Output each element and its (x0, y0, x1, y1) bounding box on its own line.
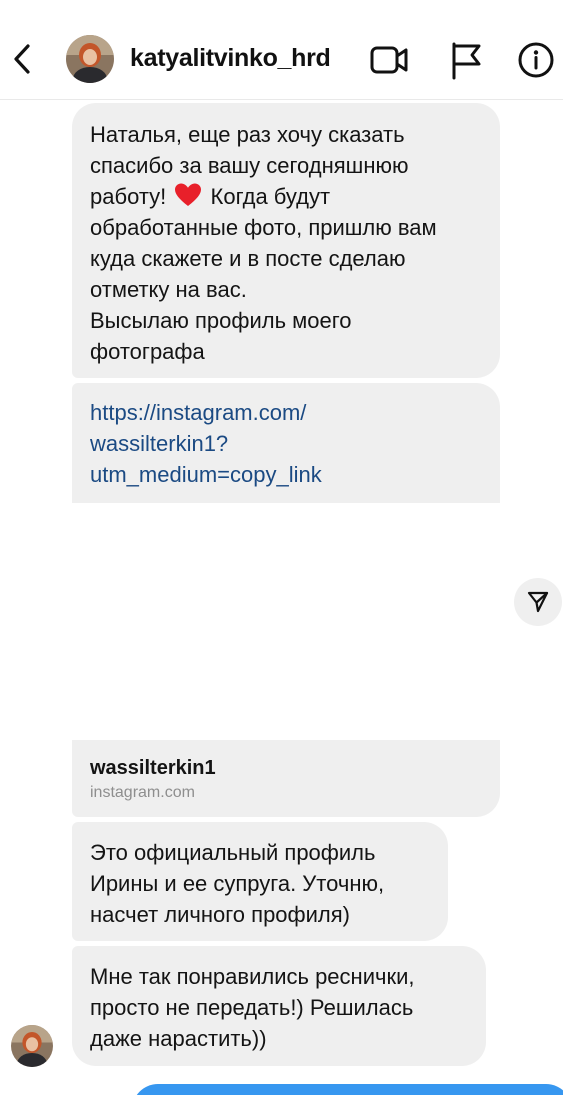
info-button[interactable] (516, 38, 560, 82)
link-preview[interactable]: wassilterkin1 instagram.com (72, 740, 500, 817)
outgoing-message-bubble[interactable] (132, 1084, 563, 1095)
chevron-left-icon (14, 44, 30, 74)
link-preview-domain: instagram.com (90, 784, 195, 801)
share-button[interactable] (514, 578, 562, 626)
avatar[interactable] (66, 35, 114, 83)
message-text: Это официальный профиль Ирины и ее супру… (90, 840, 385, 927)
message-bubble[interactable]: Это официальный профиль Ирины и ее супру… (72, 822, 448, 941)
back-button[interactable] (6, 38, 38, 80)
link-preview-title: wassilterkin1 (90, 757, 216, 779)
video-camera-icon (370, 46, 408, 74)
video-call-button[interactable] (368, 38, 412, 82)
chat-username[interactable]: katyalitvinko_hrd (130, 44, 331, 73)
flag-icon (452, 42, 481, 80)
sender-avatar[interactable] (11, 1025, 53, 1067)
message-text: Мне так понравились реснички, просто не … (90, 964, 415, 1051)
message-bubble[interactable]: Наталья, еще раз хочу сказать спасибо за… (72, 103, 500, 378)
info-icon (518, 42, 554, 78)
message-link[interactable]: https://instagram.com/ wassilterkin1? ut… (90, 397, 322, 490)
message-text: Наталья, еще раз хочу сказать спасибо за… (90, 122, 437, 364)
heart-emoji-icon (175, 183, 202, 206)
message-bubble[interactable]: Мне так понравились реснички, просто не … (72, 946, 486, 1066)
send-arrow-icon (527, 591, 549, 613)
report-button[interactable] (446, 38, 490, 82)
link-message-bubble[interactable]: https://instagram.com/ wassilterkin1? ut… (72, 383, 500, 503)
chat-header: katyalitvinko_hrd (0, 0, 563, 100)
